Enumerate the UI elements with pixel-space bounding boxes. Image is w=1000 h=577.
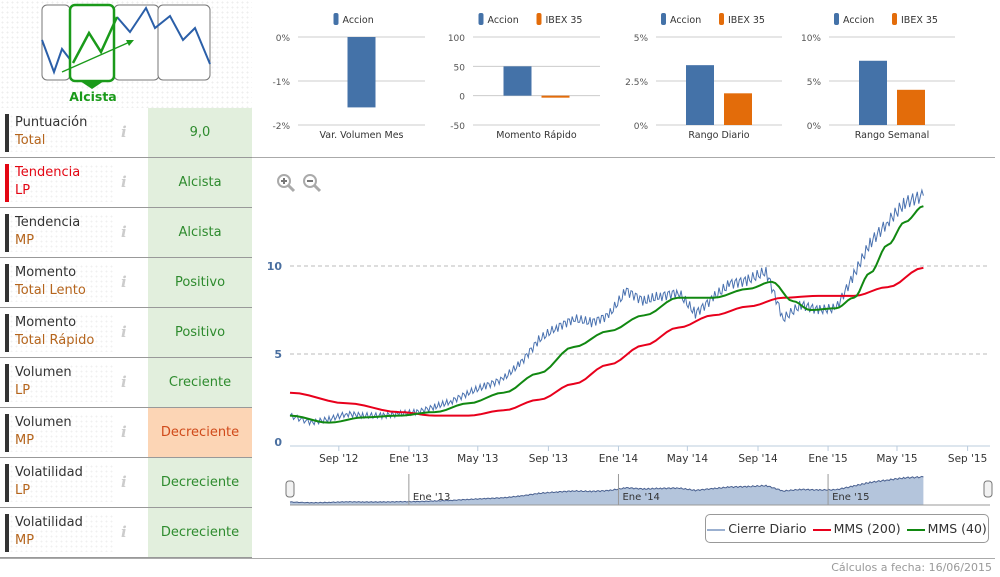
legend-label: MMS (40): [927, 521, 987, 536]
calc-date: Cálculos a fecha: 16/06/2015: [831, 561, 992, 574]
x-tick-label: Sep '12: [319, 453, 358, 465]
navigator-tick-label: Ene '15: [832, 492, 869, 503]
series-line-mms-40-: [289, 205, 924, 424]
x-tick-label: May '13: [457, 453, 498, 465]
navigator-tick-label: Ene '13: [413, 492, 450, 503]
x-tick-label: Sep '13: [529, 453, 568, 465]
x-tick-label: May '14: [667, 453, 709, 465]
legend-label: Cierre Diario: [728, 521, 807, 536]
x-tick-label: May '15: [876, 453, 917, 465]
y-tick-label: 5: [274, 348, 282, 361]
series-line-mms-200-: [289, 266, 924, 417]
legend-item-mms40[interactable]: MMS (40): [906, 521, 987, 536]
navigator-tick-label: Ene '14: [622, 492, 659, 503]
legend-label: MMS (200): [833, 521, 901, 536]
navigator-handle-left[interactable]: [285, 480, 295, 498]
indicator-row: Volatilidad MP i Decreciente: [0, 508, 252, 558]
legend-item-mms200[interactable]: MMS (200): [812, 521, 901, 536]
x-tick-label: Ene '14: [599, 453, 639, 465]
indicator-value: Decreciente: [148, 508, 252, 557]
x-tick-label: Sep '14: [738, 453, 778, 465]
y-tick-label: 0: [274, 436, 282, 449]
legend-item-cierre[interactable]: Cierre Diario: [707, 521, 807, 536]
info-icon[interactable]: i: [121, 523, 127, 541]
divider: [0, 558, 995, 559]
x-tick-label: Ene '15: [808, 453, 847, 465]
price-chart: 0 5 10 Sep '12 Ene '13 May '13 Sep '13 Ene '14 M…: [267, 188, 993, 506]
label-line-2: MP: [15, 533, 35, 548]
series-line-cierre-diario: [289, 188, 924, 427]
label-line-1: Volatilidad: [15, 515, 83, 530]
x-tick-label: Ene '13: [389, 453, 428, 465]
chart-legend: Cierre Diario MMS (200) MMS (40): [705, 514, 989, 543]
navigator-handle-right[interactable]: [983, 480, 993, 498]
x-tick-label: Sep '15: [948, 453, 987, 465]
y-tick-label: 10: [267, 260, 283, 273]
indicator-label: Volatilidad MP: [5, 514, 115, 552]
